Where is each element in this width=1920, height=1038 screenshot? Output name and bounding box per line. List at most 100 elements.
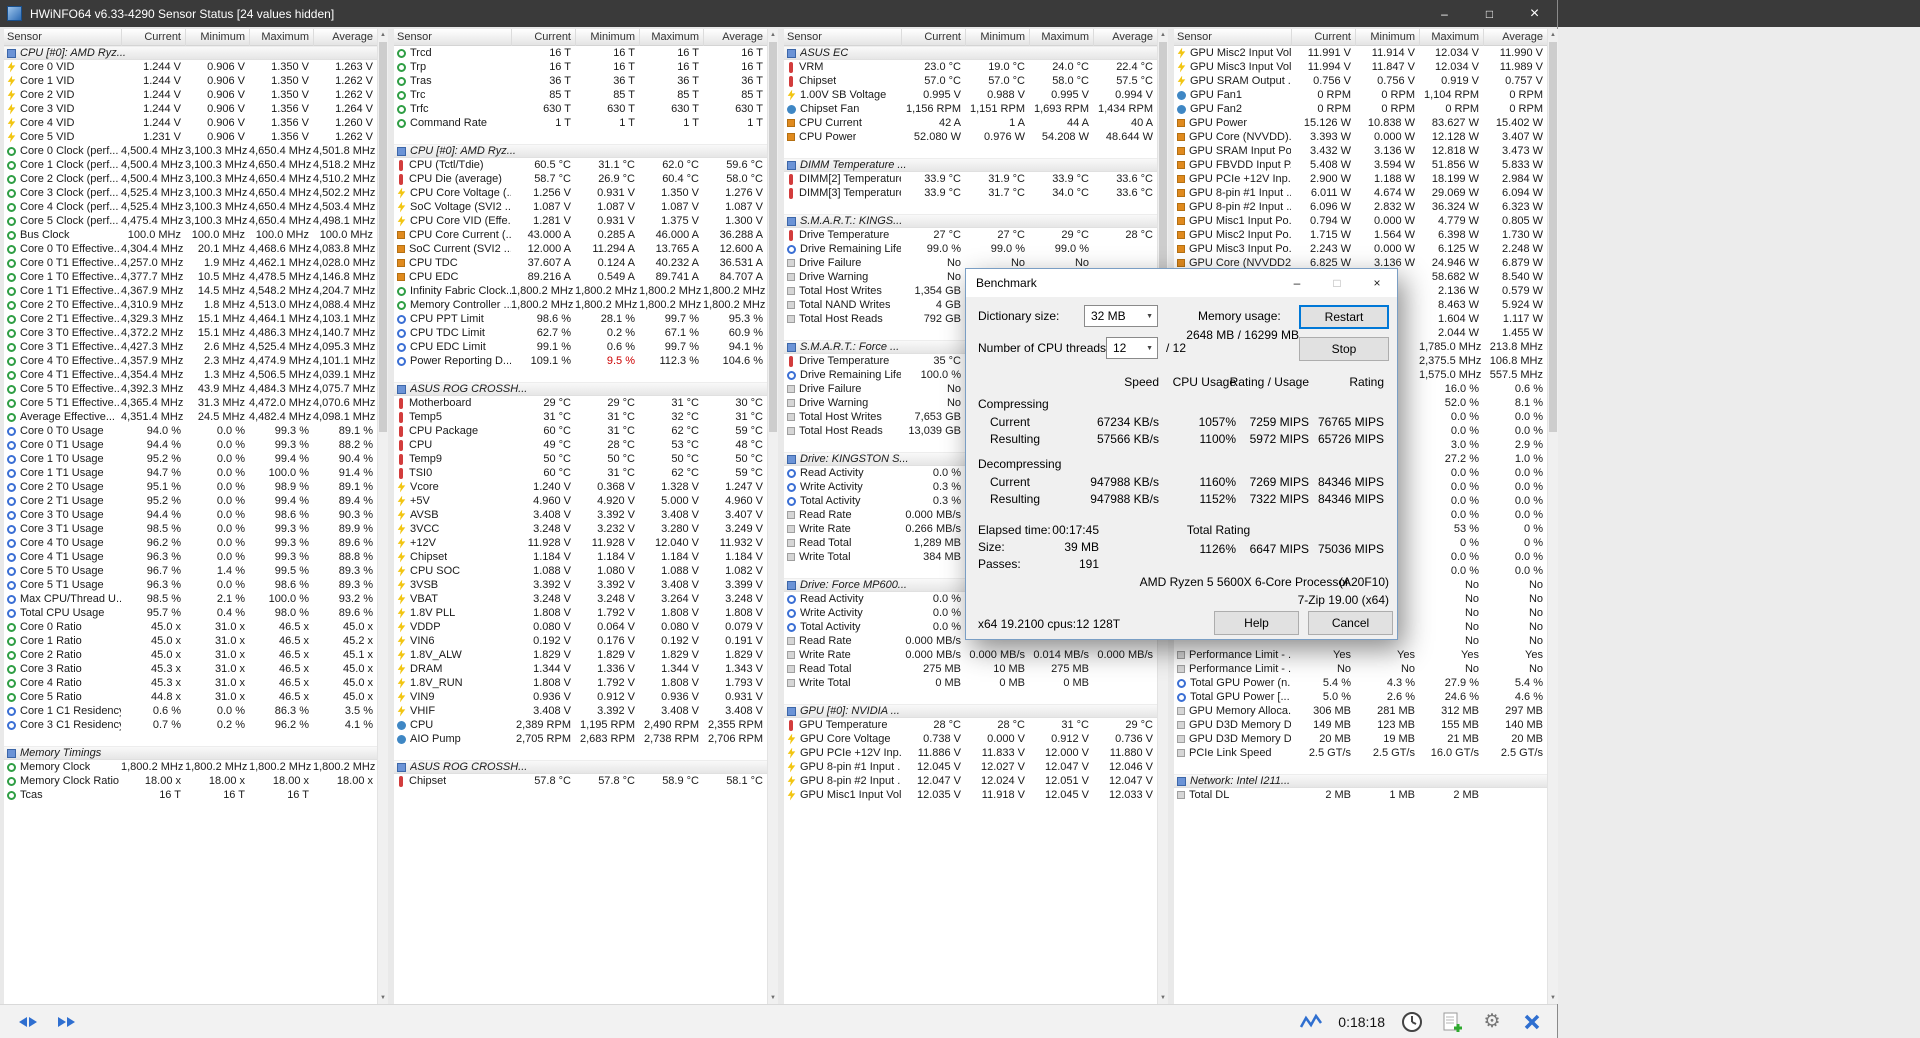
- sensor-row[interactable]: Drive Remaining Life 99.0 % 99.0 % 99.0 %: [784, 242, 1157, 256]
- sensor-row[interactable]: Core 0 T1 Effective... 4,257.0 MHz 1.9 MHz…: [4, 256, 377, 270]
- settings-button[interactable]: ⚙: [1479, 1009, 1505, 1035]
- sensor-row[interactable]: Read Total 275 MB 10 MB 275 MB: [784, 662, 1157, 676]
- sensor-row[interactable]: CPU 49 °C 28 °C 53 °C 48 °C: [394, 438, 767, 452]
- sensor-row[interactable]: Core 1 C1 Residency 0.6 % 0.0 % 86.3 % 3.5 %: [4, 704, 377, 718]
- sensor-row[interactable]: Core 2 Ratio 45.0 x 31.0 x 46.5 x 45.1 x: [4, 648, 377, 662]
- sensor-row[interactable]: Average Effective... 4,351.4 MHz 24.5 MHz 4…: [4, 410, 377, 424]
- sensor-row[interactable]: Max CPU/Thread U... 98.5 % 2.1 % 100.0 % 93.…: [4, 592, 377, 606]
- stop-button[interactable]: Stop: [1299, 337, 1389, 361]
- sensor-section-row[interactable]: CPU [#0]: AMD Ryz...: [394, 144, 767, 158]
- sensor-row[interactable]: Core 3 Clock (perf... 4,525.4 MHz 3,100.3 …: [4, 186, 377, 200]
- sensor-row[interactable]: Total GPU Power (n... 5.4 % 4.3 % 27.9 % 5.4…: [1174, 676, 1547, 690]
- report-button[interactable]: [1439, 1009, 1465, 1035]
- sensor-row[interactable]: Core 5 Ratio 44.8 x 31.0 x 46.5 x 45.0 x: [4, 690, 377, 704]
- move-value-right-button[interactable]: [50, 1009, 82, 1035]
- sensor-row[interactable]: Core 4 Clock (perf... 4,525.4 MHz 3,100.3 …: [4, 200, 377, 214]
- sensor-row[interactable]: Total GPU Power [... 5.0 % 2.6 % 24.6 % 4.6 …: [1174, 690, 1547, 704]
- sensor-row[interactable]: GPU Fan2 0 RPM 0 RPM 0 RPM 0 RPM: [1174, 102, 1547, 116]
- sensor-row[interactable]: Memory Clock 1,800.2 MHz 1,800.2 MHz 1,800.…: [4, 760, 377, 774]
- sensor-row[interactable]: GPU FBVDD Input P... 5.408 W 3.594 W 51.856…: [1174, 158, 1547, 172]
- sensor-row[interactable]: Core 4 VID 1.244 V 0.906 V 1.356 V 1.260 V: [4, 116, 377, 130]
- sensor-row[interactable]: SoC Voltage (SVI2 ... 1.087 V 1.087 V 1.087…: [394, 200, 767, 214]
- dialog-maximize-button[interactable]: □: [1317, 269, 1357, 297]
- sensor-row[interactable]: VIN9 0.936 V 0.912 V 0.936 V 0.931 V: [394, 690, 767, 704]
- sensor-row[interactable]: Motherboard 29 °C 29 °C 31 °C 30 °C: [394, 396, 767, 410]
- sensor-row[interactable]: Core 0 T1 Usage 94.4 % 0.0 % 99.3 % 88.2 %: [4, 438, 377, 452]
- sensor-row[interactable]: Core 2 VID 1.244 V 0.906 V 1.350 V 1.262 V: [4, 88, 377, 102]
- sensor-row[interactable]: Trp 16 T 16 T 16 T 16 T: [394, 60, 767, 74]
- sensor-row[interactable]: CPU TDC 37.607 A 0.124 A 40.232 A 36.531 A: [394, 256, 767, 270]
- sensor-row[interactable]: SoC Current (SVI2 ... 12.000 A 11.294 A 13.…: [394, 242, 767, 256]
- sensor-row[interactable]: Core 0 Clock (perf... 4,500.4 MHz 3,100.3 …: [4, 144, 377, 158]
- sensor-row[interactable]: +12V 11.928 V 11.928 V 12.040 V 11.932 V: [394, 536, 767, 550]
- sensor-section-row[interactable]: S.M.A.R.T.: KINGS...: [784, 214, 1157, 228]
- sensor-row[interactable]: Core 4 T1 Effective... 4,354.4 MHz 1.3 MHz…: [4, 368, 377, 382]
- sensor-row[interactable]: Core 0 Ratio 45.0 x 31.0 x 46.5 x 45.0 x: [4, 620, 377, 634]
- sensor-row[interactable]: CPU Package 60 °C 31 °C 62 °C 59 °C: [394, 424, 767, 438]
- sensor-row[interactable]: GPU 8-pin #2 Input ... 6.096 W 2.832 W 36.3…: [1174, 200, 1547, 214]
- sensor-row[interactable]: Core 3 T1 Usage 98.5 % 0.0 % 99.3 % 89.9 %: [4, 522, 377, 536]
- sensor-row[interactable]: GPU Temperature 28 °C 28 °C 31 °C 29 °C: [784, 718, 1157, 732]
- minimize-button[interactable]: –: [1422, 0, 1467, 27]
- sensor-row[interactable]: Core 5 T0 Effective... 4,392.3 MHz 43.9 MH…: [4, 382, 377, 396]
- sensor-row[interactable]: Core 0 T0 Effective... 4,304.4 MHz 20.1 MH…: [4, 242, 377, 256]
- sensor-row[interactable]: Temp5 31 °C 31 °C 32 °C 31 °C: [394, 410, 767, 424]
- sensor-row[interactable]: CPU Current 42 A 1 A 44 A 40 A: [784, 116, 1157, 130]
- sensor-row[interactable]: Core 5 VID 1.231 V 0.906 V 1.356 V 1.262 V: [4, 130, 377, 144]
- sensor-row[interactable]: +5V 4.960 V 4.920 V 5.000 V 4.960 V: [394, 494, 767, 508]
- sensor-row[interactable]: GPU Misc3 Input Po... 2.243 W 0.000 W 6.125…: [1174, 242, 1547, 256]
- sensor-row[interactable]: CPU (Tctl/Tdie) 60.5 °C 31.1 °C 62.0 °C 59.6…: [394, 158, 767, 172]
- sensor-row[interactable]: CPU 2,389 RPM 1,195 RPM 2,490 RPM 2,355 RPM: [394, 718, 767, 732]
- sensor-row[interactable]: Core 2 T1 Usage 95.2 % 0.0 % 99.4 % 89.4 %: [4, 494, 377, 508]
- sensor-row[interactable]: Chipset 57.0 °C 57.0 °C 58.0 °C 57.5 °C: [784, 74, 1157, 88]
- sensor-section-row[interactable]: ASUS EC: [784, 46, 1157, 60]
- close-button[interactable]: ×: [1512, 0, 1557, 27]
- sensor-section-row[interactable]: CPU [#0]: AMD Ryz...: [4, 46, 377, 60]
- maximize-button[interactable]: □: [1467, 0, 1512, 27]
- sensor-row[interactable]: TSI0 60 °C 31 °C 62 °C 59 °C: [394, 466, 767, 480]
- sensor-row[interactable]: Core 3 T1 Effective... 4,427.3 MHz 2.6 MHz…: [4, 340, 377, 354]
- sensor-row[interactable]: GPU Fan1 0 RPM 0 RPM 1,104 RPM 0 RPM: [1174, 88, 1547, 102]
- scroll-down-arrow[interactable]: ▼: [1158, 992, 1168, 1004]
- sensor-row[interactable]: Core 2 T0 Effective... 4,310.9 MHz 1.8 MHz…: [4, 298, 377, 312]
- sensor-row[interactable]: Temp9 50 °C 50 °C 50 °C 50 °C: [394, 452, 767, 466]
- sensor-section-row[interactable]: ASUS ROG CROSSH...: [394, 760, 767, 774]
- sensor-section-row[interactable]: Memory Timings: [4, 746, 377, 760]
- sensor-row[interactable]: GPU Misc2 Input Po... 1.715 W 1.564 W 6.398…: [1174, 228, 1547, 242]
- sensor-row[interactable]: Vcore 1.240 V 0.368 V 1.328 V 1.247 V: [394, 480, 767, 494]
- sensor-row[interactable]: Core 1 T1 Effective... 4,367.9 MHz 14.5 MH…: [4, 284, 377, 298]
- sensor-row[interactable]: Performance Limit - ... No No No No: [1174, 662, 1547, 676]
- sensor-row[interactable]: Core 1 T1 Usage 94.7 % 0.0 % 100.0 % 91.4 %: [4, 466, 377, 480]
- sensor-row[interactable]: Core 5 T0 Usage 96.7 % 1.4 % 99.5 % 89.3 %: [4, 564, 377, 578]
- help-button[interactable]: Help: [1214, 611, 1299, 635]
- sensor-row[interactable]: Command Rate 1 T 1 T 1 T 1 T: [394, 116, 767, 130]
- sensor-row[interactable]: GPU PCIe +12V Inp... 11.886 V 11.833 V 12.0…: [784, 746, 1157, 760]
- sensor-row[interactable]: Core 0 VID 1.244 V 0.906 V 1.350 V 1.263 V: [4, 60, 377, 74]
- scroll-down-arrow[interactable]: ▼: [768, 992, 778, 1004]
- sensor-row[interactable]: GPU Misc2 Input Vol... 11.991 V 11.914 V 12…: [1174, 46, 1547, 60]
- cpu-threads-select[interactable]: 12 ▼: [1106, 337, 1158, 359]
- scrollbar-thumb[interactable]: [769, 42, 777, 432]
- sensor-row[interactable]: Core 3 T0 Usage 94.4 % 0.0 % 98.6 % 90.3 %: [4, 508, 377, 522]
- sensor-row[interactable]: GPU Misc1 Input Po... 0.794 W 0.000 W 4.779…: [1174, 214, 1547, 228]
- sensor-row[interactable]: Chipset Fan 1,156 RPM 1,151 RPM 1,693 RPM 1,…: [784, 102, 1157, 116]
- exit-sensors-button[interactable]: [1519, 1009, 1545, 1035]
- scroll-up-arrow[interactable]: ▲: [378, 29, 388, 41]
- dictionary-size-select[interactable]: 32 MB ▼: [1084, 305, 1158, 327]
- sensor-section-row[interactable]: Network: Intel I211...: [1174, 774, 1547, 788]
- restart-button[interactable]: Restart: [1299, 305, 1389, 329]
- sensor-row[interactable]: CPU Power 52.080 W 0.976 W 54.208 W 48.644 W: [784, 130, 1157, 144]
- sensor-row[interactable]: Trcd 16 T 16 T 16 T 16 T: [394, 46, 767, 60]
- sensor-row[interactable]: GPU Misc3 Input Vol... 11.994 V 11.847 V 12…: [1174, 60, 1547, 74]
- sensor-row[interactable]: CPU SOC 1.088 V 1.080 V 1.088 V 1.082 V: [394, 564, 767, 578]
- sensor-row[interactable]: 1.8V PLL 1.808 V 1.792 V 1.808 V 1.808 V: [394, 606, 767, 620]
- pane-scrollbar[interactable]: ▲ ▼: [1547, 29, 1558, 1004]
- scrollbar-thumb[interactable]: [379, 42, 387, 432]
- sensor-row[interactable]: Core 5 Clock (perf... 4,475.4 MHz 3,100.3 …: [4, 214, 377, 228]
- sensor-row[interactable]: Write Rate 0.000 MB/s 0.000 MB/s 0.014 MB/s…: [784, 648, 1157, 662]
- sensor-row[interactable]: VRM 23.0 °C 19.0 °C 24.0 °C 22.4 °C: [784, 60, 1157, 74]
- sensor-row[interactable]: Core 3 VID 1.244 V 0.906 V 1.356 V 1.264 V: [4, 102, 377, 116]
- sensor-section-row[interactable]: DIMM Temperature ...: [784, 158, 1157, 172]
- pane-scrollbar[interactable]: ▲ ▼: [767, 29, 778, 1004]
- sensor-row[interactable]: DIMM[2] Temperature 33.9 °C 31.9 °C 33.9 °C…: [784, 172, 1157, 186]
